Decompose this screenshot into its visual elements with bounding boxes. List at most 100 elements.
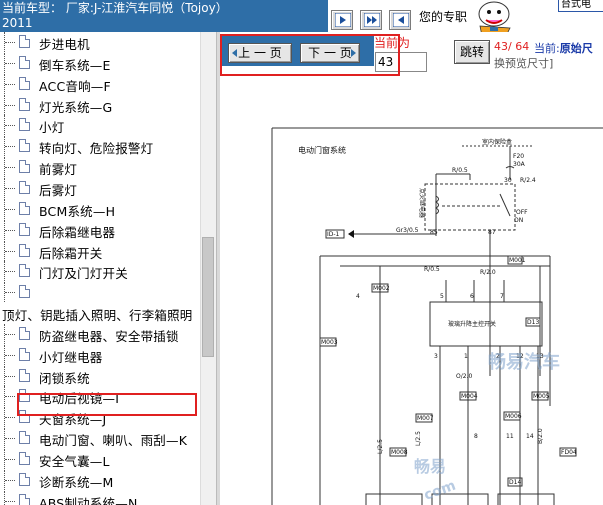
- tree-connector-line: [4, 240, 18, 261]
- preview-size-note: 换预览尺寸]: [494, 57, 554, 70]
- tree-connector-line: [4, 282, 18, 303]
- tree-item[interactable]: 步进电机: [0, 32, 200, 52]
- pin-7-label: 7: [500, 293, 504, 300]
- tree-item[interactable]: 门灯及门灯开关: [0, 261, 200, 282]
- tree-connector-line: [4, 344, 18, 365]
- tree-scroll-thumb[interactable]: [202, 237, 214, 357]
- tree-item-label: 后除霜开关: [39, 245, 103, 261]
- conn-m005-label: M005: [533, 393, 550, 400]
- tree-item[interactable]: 小灯: [0, 115, 200, 136]
- top-header: 当前车型： 厂家:J-江淮汽车同悦（Tojoy） 2011 您的专职 台式电: [0, 0, 603, 37]
- document-icon: [19, 243, 30, 257]
- tree-connector-line: [4, 490, 18, 505]
- tree-item[interactable]: 小灯继电器: [0, 344, 200, 365]
- ig-off-label: OFF: [516, 209, 528, 216]
- document-icon: [19, 222, 30, 236]
- first-page-icon: [335, 13, 351, 27]
- tree-connector-line: [4, 136, 18, 157]
- tree-item[interactable]: 诊断系统—M: [0, 469, 200, 490]
- pin-85-label: 85: [430, 229, 438, 236]
- tree-item[interactable]: 防盗继电器、安全带插锁: [0, 323, 200, 344]
- tree-item[interactable]: ABS制动系统—N: [0, 490, 200, 505]
- tree-item[interactable]: 转向灯、危险报警灯: [0, 136, 200, 157]
- tree-item-label: 防盗继电器、安全带插锁: [39, 328, 179, 344]
- document-icon: [19, 35, 30, 48]
- tree-item[interactable]: 闭锁系统: [0, 365, 200, 386]
- tree-item[interactable]: 灯光系统—G: [0, 94, 200, 115]
- tree-connector-line: [4, 469, 18, 490]
- tree-item[interactable]: ACC音响—F: [0, 73, 200, 94]
- tree-item[interactable]: 安全气囊—L: [0, 449, 200, 469]
- master-switch-label: 玻璃升降主控开关: [448, 320, 496, 328]
- tree-connector-line: [4, 177, 18, 198]
- document-icon: [19, 180, 30, 194]
- conn-d14-label: D14: [509, 479, 521, 486]
- tree-item[interactable]: 电动门窗、喇叭、雨刮—K: [0, 428, 200, 449]
- tree-item-label: ACC音响—F: [39, 78, 111, 94]
- wire-lb-label: L/2.5: [415, 431, 422, 446]
- tree-folder-item[interactable]: 顶灯、钥匙插入照明、行李箱照明: [0, 303, 200, 323]
- tree-connector-line: [4, 219, 18, 240]
- jump-button[interactable]: 跳转: [454, 40, 490, 64]
- current-doc-prefix: 当前:: [534, 42, 560, 55]
- conn-d004-label: FD04: [561, 449, 577, 456]
- wire-r24-label: R/2.4: [520, 177, 536, 184]
- tree-item-label: 灯光系统—G: [39, 99, 113, 115]
- pin-11-label: 11: [506, 433, 514, 440]
- tree-item-label: ABS制动系统—N: [39, 495, 138, 505]
- tree-item[interactable]: 前雾灯: [0, 157, 200, 178]
- tree-item-label: 诊断系统—M: [39, 474, 114, 490]
- tree-item[interactable]: [0, 282, 200, 303]
- tree-item-label: BCM系统—H: [39, 203, 116, 219]
- document-icon: [19, 368, 30, 382]
- conn-m008-label: M008: [391, 449, 408, 456]
- tree-item[interactable]: 后除霜开关: [0, 240, 200, 261]
- wire-o-label: O/2.0: [456, 373, 472, 380]
- tree-connector-line: [4, 261, 18, 282]
- tree-item-label: 后雾灯: [39, 182, 78, 198]
- car-model-banner: 当前车型： 厂家:J-江淮汽车同悦（Tojoy） 2011: [0, 0, 328, 32]
- back-page-button[interactable]: [389, 10, 411, 30]
- document-icon: [19, 285, 30, 299]
- pin-3-label: 3: [434, 353, 438, 360]
- wire-r20-label: R/2.0: [480, 269, 496, 276]
- document-icon: [19, 493, 30, 505]
- tree-connector-line: [4, 32, 18, 52]
- tree-item[interactable]: 后雾灯: [0, 177, 200, 198]
- fuse-box-label: 室内保险盒: [482, 138, 512, 146]
- first-page-button[interactable]: [331, 10, 353, 30]
- tree-connector-line: [4, 365, 18, 386]
- document-icon: [19, 472, 30, 486]
- document-icon: [19, 431, 30, 445]
- current-doc-name: 原始尺: [559, 42, 593, 55]
- pin-14-label: 14: [526, 433, 534, 440]
- tree-item[interactable]: 倒车系统—E: [0, 52, 200, 73]
- tree-connector-line: [4, 386, 18, 407]
- tree-item[interactable]: 后除霜继电器: [0, 219, 200, 240]
- current-doc-info: 当前:原始尺: [534, 40, 593, 56]
- ig-on-label: ON: [514, 217, 523, 224]
- tree-connector-line: [4, 73, 18, 94]
- tree-item-label: 倒车系统—E: [39, 57, 111, 73]
- pin-87-label: 87: [488, 229, 496, 236]
- document-icon: [19, 139, 30, 153]
- tree-item-label: 电动门窗、喇叭、雨刮—K: [39, 433, 188, 449]
- tree-connector-line: [4, 157, 18, 178]
- conn-id-label: ID-1: [327, 231, 340, 238]
- selected-item-highlight: [17, 393, 197, 416]
- pin-30-label: 30: [504, 177, 512, 184]
- tree-connector-line: [4, 323, 18, 344]
- last-page-button[interactable]: [360, 10, 382, 30]
- wire-r05b-label: R/0.5: [424, 266, 440, 273]
- tree-item-label: 前雾灯: [39, 162, 78, 178]
- wire-lp-label: L/2.5: [377, 439, 384, 454]
- document-icon: [19, 76, 30, 90]
- wiring-diagram-svg: 电动门窗系统 室内保险盒 F20 30A R/2.4 R/0.5 点火继电器 3…: [271, 127, 603, 505]
- document-icon: [19, 201, 30, 215]
- pin-8-label: 8: [474, 433, 478, 440]
- conn-m006-label: M006: [505, 413, 522, 420]
- tree-item[interactable]: BCM系统—H: [0, 198, 200, 219]
- tree-connector-line: [4, 94, 18, 115]
- document-icon: [19, 452, 30, 465]
- document-icon: [19, 97, 30, 111]
